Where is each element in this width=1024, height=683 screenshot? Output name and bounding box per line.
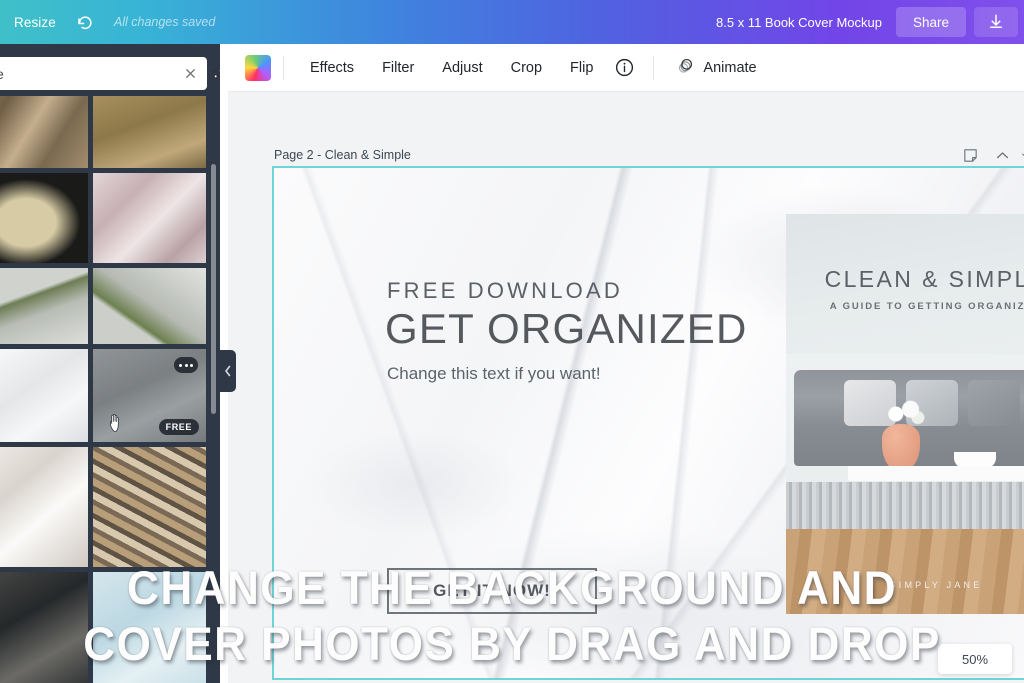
undo-icon[interactable]: [70, 7, 100, 37]
list-item[interactable]: [0, 349, 88, 442]
page-toolbar: [956, 143, 1024, 167]
cushion: [968, 380, 1020, 426]
list-item[interactable]: [0, 173, 88, 263]
list-item[interactable]: [93, 572, 206, 683]
ellipsis-icon[interactable]: [174, 357, 198, 373]
design-title[interactable]: 8.5 x 11 Book Cover Mockup: [716, 15, 882, 30]
toolbar-divider: [283, 55, 284, 80]
photo-thumbnail-grid: FREE: [0, 96, 211, 683]
autosave-status: All changes saved: [113, 15, 216, 29]
chevron-down-icon[interactable]: [1020, 143, 1024, 167]
search-bar: 1: [0, 57, 220, 90]
animate-circles-icon: [676, 56, 695, 80]
resize-button[interactable]: Resize: [0, 15, 68, 30]
download-icon[interactable]: [974, 7, 1018, 37]
book-cover-image[interactable]: CLEAN & SIMPLE A GUIDE TO GETTING ORGANI…: [786, 214, 1024, 614]
toolbar-divider-2: [653, 55, 655, 80]
book-cover-title: CLEAN & SIMPLE: [824, 266, 1024, 292]
top-bar-right-group: 8.5 x 11 Book Cover Mockup Share: [716, 0, 1024, 44]
list-item[interactable]: [0, 447, 88, 567]
area-rug: [786, 482, 1024, 529]
search-input[interactable]: [0, 65, 177, 82]
coffee-table: [848, 466, 1024, 481]
list-item[interactable]: [0, 96, 88, 168]
top-bar-left-group: Resize All changes saved: [0, 0, 215, 44]
rainbow-color-swatch[interactable]: [245, 54, 271, 81]
free-badge: FREE: [158, 419, 199, 435]
info-circle-icon[interactable]: [607, 51, 641, 85]
page-title[interactable]: Page 2 - Clean & Simple: [274, 148, 411, 162]
book-cover-author: SIMPLY JANE: [889, 580, 983, 590]
canvas-scroll-area[interactable]: Page 2 - Clean & Simple FREE DOWNLOAD GE…: [228, 92, 1024, 683]
image-toolbar: Effects Filter Adjust Crop Flip Animate: [228, 44, 1024, 92]
list-item[interactable]: [93, 447, 206, 567]
canvas-eyebrow-text[interactable]: FREE DOWNLOAD: [387, 278, 623, 304]
tab-flip[interactable]: Flip: [556, 51, 607, 85]
animate-button[interactable]: Animate: [666, 51, 766, 85]
chevron-up-icon[interactable]: [988, 143, 1016, 167]
canvas-subtext[interactable]: Change this text if you want!: [387, 364, 601, 384]
close-icon[interactable]: [177, 61, 203, 87]
book-cover-subtitle: A GUIDE TO GETTING ORGANIZED: [829, 301, 1024, 312]
vase: [882, 424, 920, 470]
design-canvas-page[interactable]: FREE DOWNLOAD GET ORGANIZED Change this …: [272, 166, 1024, 680]
list-item[interactable]: [0, 268, 88, 344]
page-header: Page 2 - Clean & Simple: [274, 142, 1024, 168]
sticky-note-icon[interactable]: [956, 143, 984, 167]
tab-filter[interactable]: Filter: [368, 51, 428, 85]
list-item[interactable]: FREE: [93, 349, 206, 442]
panel-scrollbar[interactable]: [211, 164, 216, 414]
tab-crop[interactable]: Crop: [497, 51, 556, 85]
tab-effects[interactable]: Effects: [296, 51, 368, 85]
list-item[interactable]: [93, 268, 206, 344]
zoom-level-control[interactable]: 50%: [938, 644, 1012, 674]
top-bar: Resize All changes saved 8.5 x 11 Book C…: [0, 0, 1024, 44]
canvas-cta-button[interactable]: GET IT NOW!: [387, 568, 597, 614]
canva-editor-window: Resize All changes saved 8.5 x 11 Book C…: [0, 0, 1024, 683]
collapse-panel-button[interactable]: [220, 350, 236, 392]
photos-side-panel: 1 FREE: [0, 44, 220, 683]
canvas-headline-text[interactable]: GET ORGANIZED: [385, 305, 748, 353]
list-item[interactable]: [93, 173, 206, 263]
share-button[interactable]: Share: [895, 7, 966, 37]
list-item[interactable]: [93, 96, 206, 168]
living-room-photo: [786, 354, 1024, 529]
sliders-icon[interactable]: 1: [203, 59, 220, 89]
list-item[interactable]: [0, 572, 88, 683]
tab-adjust[interactable]: Adjust: [428, 51, 496, 85]
animate-label: Animate: [703, 59, 757, 76]
wood-floor: [786, 529, 1024, 614]
